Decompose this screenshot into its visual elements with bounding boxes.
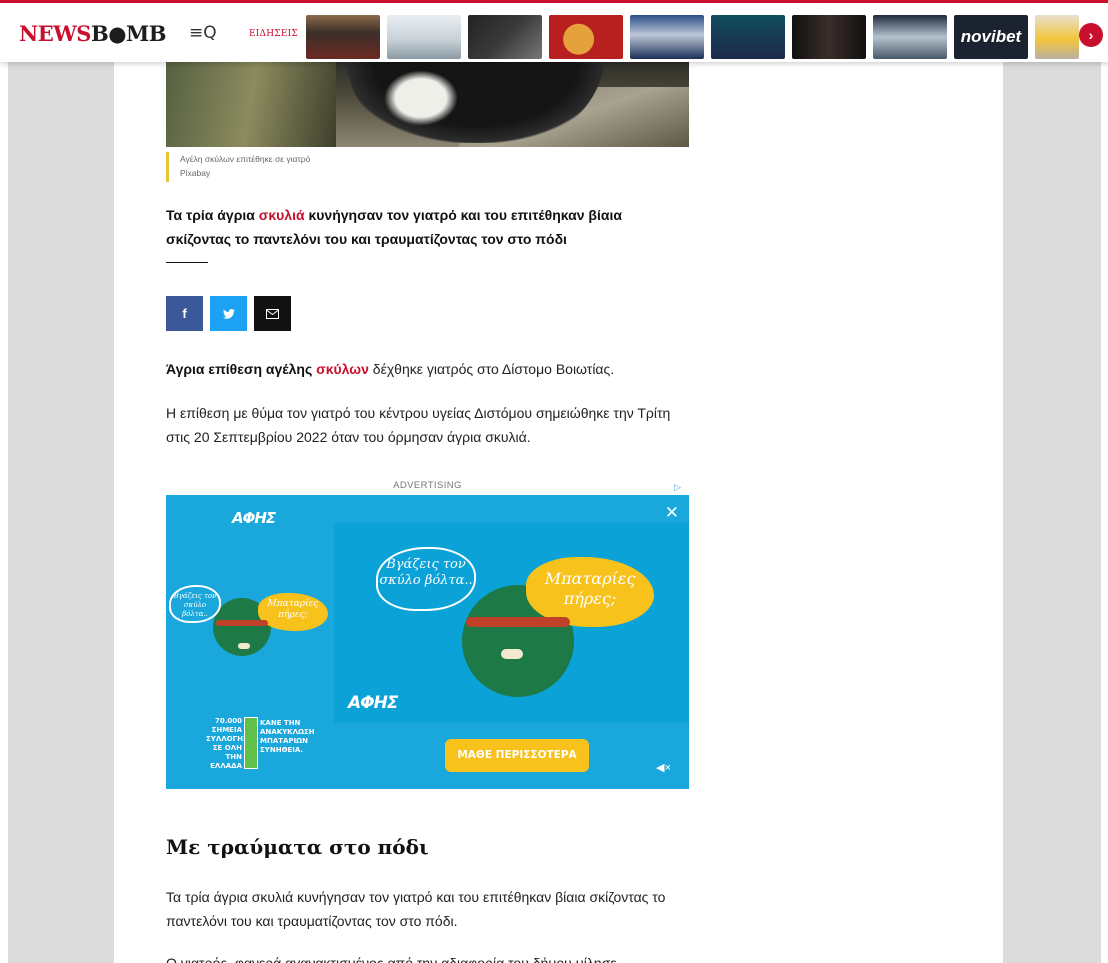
logo-text-b: B <box>90 21 109 46</box>
article-paragraph: Τα τρία άγρια σκυλιά κυνήγησαν τον γιατρ… <box>166 889 666 929</box>
bone-icon <box>238 643 250 649</box>
sponsor-thumbnail[interactable]: novibet <box>954 15 1028 59</box>
adchoices-icon[interactable]: ▷ <box>674 482 681 493</box>
news-thumbnail[interactable] <box>630 15 704 59</box>
paragraph-tag-link[interactable]: σκύλων <box>316 361 369 377</box>
logo-text-news: NEWS <box>19 21 91 46</box>
article-hero-image <box>166 58 689 147</box>
advertising-label: ADVERTISING <box>393 480 462 491</box>
ad-bubble-small-yellow: Μπαταρίες πήρες; <box>258 593 328 631</box>
bone-icon <box>501 649 523 659</box>
lead-tag-link[interactable]: σκυλιά <box>259 207 305 223</box>
news-thumbnail[interactable] <box>792 15 866 59</box>
ad-stat-text-right: ΚΑΝΕ ΤΗΝ ΑΝΑΚΥΚΛΩΣΗ ΜΠΑΤΑΡΙΩΝ ΣΥΝΗΘΕΙΑ. <box>260 719 315 754</box>
news-section-link[interactable]: ΕΙΔΗΣΕΙΣ <box>249 29 298 39</box>
left-edge <box>0 0 8 963</box>
news-thumbnail[interactable] <box>306 15 380 59</box>
divider <box>166 262 208 263</box>
advertisement[interactable]: AΦΗΣ Βγάζεις τον σκύλο βόλτα.. Μπαταρίες… <box>166 495 689 789</box>
news-thumbnail[interactable] <box>711 15 785 59</box>
twitter-share-button[interactable] <box>210 296 247 331</box>
bomb-icon: ● <box>108 21 127 46</box>
article-lead: Τα τρία άγρια σκυλιά κυνήγησαν τον γιατρ… <box>166 207 622 247</box>
caption-credit: Pixabay <box>180 168 211 178</box>
ad-bubble-small: Βγάζεις τον σκύλο βόλτα.. <box>169 585 221 623</box>
article-paragraph: Άγρια επίθεση αγέλης σκύλων δέχθηκε γιατ… <box>166 361 615 377</box>
news-thumbnail[interactable] <box>1035 15 1079 59</box>
battery-pack-icon <box>244 717 258 769</box>
ad-close-icon[interactable]: ✕ <box>665 503 679 523</box>
share-buttons: f <box>166 296 291 331</box>
ad-brand-logo: AΦΗΣ <box>232 509 276 527</box>
caption-text: Αγέλη σκύλων επιτέθηκε σε γιατρό <box>180 154 311 164</box>
ad-cta-button[interactable]: ΜΑΘΕ ΠΕΡΙΣΣΟΤΕΡΑ <box>445 739 589 772</box>
facebook-share-button[interactable]: f <box>166 296 203 331</box>
right-gutter <box>1003 0 1101 963</box>
ad-stat-text: 70.000 ΣΗΜΕΙΑ ΣΥΛΛΟΓΗΣ ΣΕ ΟΛΗ ΤΗΝ ΕΛΛΑΔΑ <box>206 717 248 770</box>
news-thumbnail-strip: novibet <box>306 15 1079 59</box>
email-share-button[interactable] <box>254 296 291 331</box>
ad-mute-icon[interactable]: ◀× <box>656 761 671 774</box>
news-thumbnail[interactable] <box>387 15 461 59</box>
news-thumbnail[interactable] <box>873 15 947 59</box>
left-gutter <box>8 0 114 963</box>
article-paragraph-partial: Ο γιατρός, φανερά αγανακτισμένος από την… <box>166 955 617 963</box>
news-thumbnail[interactable] <box>549 15 623 59</box>
email-icon <box>266 308 279 319</box>
ad-bubble: Βγάζεις τον σκύλο βόλτα.. <box>376 547 476 611</box>
logo-text-mb: MB <box>126 21 167 46</box>
site-logo[interactable]: NEWSB●MB <box>19 21 167 46</box>
next-arrow-button[interactable]: › <box>1079 23 1103 47</box>
news-thumbnail[interactable] <box>468 15 542 59</box>
article-subheading: Με τραύματα στο πόδι <box>166 835 429 859</box>
twitter-icon <box>222 308 235 319</box>
ad-brand-logo-secondary: AΦΗΣ <box>348 693 398 713</box>
image-caption: Αγέλη σκύλων επιτέθηκε σε γιατρό Pixabay <box>166 152 310 182</box>
site-header: NEWSB●MB ≡Q ΕΙΔΗΣΕΙΣ novibet › <box>0 0 1108 62</box>
article-paragraph: Η επίθεση με θύμα τον γιατρό του κέντρου… <box>166 405 671 445</box>
menu-search-icon[interactable]: ≡Q <box>189 23 217 43</box>
